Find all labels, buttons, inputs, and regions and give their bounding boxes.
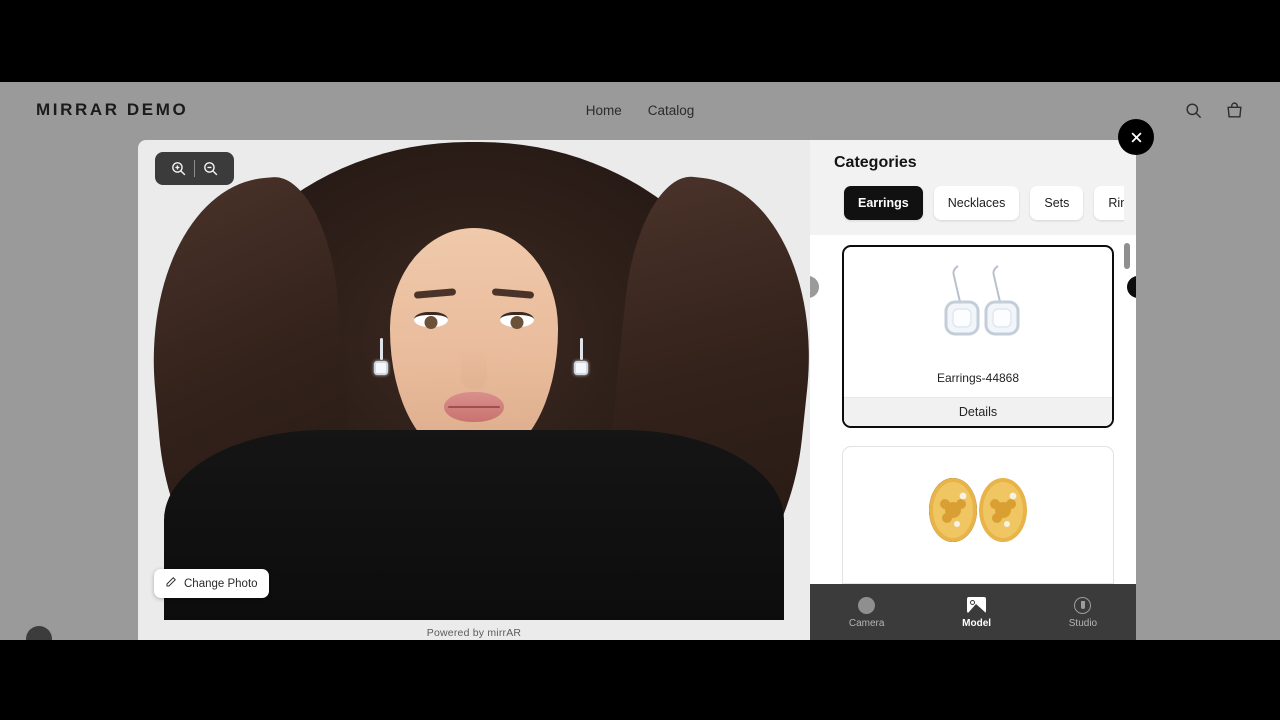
nav-link-home[interactable]: Home bbox=[586, 103, 622, 118]
nav-link-catalog[interactable]: Catalog bbox=[648, 103, 695, 118]
zoom-in-button[interactable] bbox=[163, 158, 194, 179]
close-icon bbox=[1131, 132, 1141, 142]
categories-panel: Categories Earrings Necklaces Sets Rings bbox=[810, 140, 1136, 640]
model-brow-left bbox=[413, 288, 457, 299]
zoom-out-button[interactable] bbox=[195, 158, 226, 179]
pencil-icon bbox=[165, 576, 177, 591]
model-nose bbox=[461, 346, 487, 390]
powered-by-label: Powered by mirrAR bbox=[426, 627, 522, 639]
ar-earring-right bbox=[574, 338, 588, 375]
ar-earring-left bbox=[374, 338, 388, 375]
studio-droplet-icon bbox=[1073, 595, 1093, 615]
site-header: MIRRAR DEMO Home Catalog bbox=[0, 82, 1280, 138]
shopping-bag-icon[interactable] bbox=[1225, 101, 1244, 120]
bottom-nav-model[interactable]: Model bbox=[962, 595, 991, 629]
tab-sets[interactable]: Sets bbox=[1030, 186, 1084, 220]
product-name: Earrings-44868 bbox=[936, 371, 1020, 385]
bottom-nav-model-label: Model bbox=[962, 618, 992, 629]
product-name bbox=[843, 563, 1113, 583]
product-list[interactable]: Earrings-44868 Details bbox=[810, 235, 1136, 584]
gold-oval-floral-earrings-icon bbox=[929, 478, 1027, 542]
bottom-nav-studio[interactable]: Studio bbox=[1069, 595, 1097, 629]
brand-title: MIRRAR DEMO bbox=[36, 100, 189, 119]
screen: MIRRAR DEMO Home Catalog Change Photo Po… bbox=[0, 0, 1280, 720]
details-button[interactable]: Details bbox=[843, 583, 1113, 584]
tab-necklaces[interactable]: Necklaces bbox=[933, 186, 1020, 220]
main-nav: Home Catalog bbox=[0, 103, 1280, 118]
model-photo bbox=[138, 140, 810, 620]
product-thumbnail bbox=[844, 247, 1112, 363]
store-page: MIRRAR DEMO Home Catalog Change Photo Po… bbox=[0, 82, 1280, 640]
model-eye-left bbox=[414, 312, 448, 327]
image-icon bbox=[967, 595, 987, 615]
camera-circle-icon bbox=[857, 595, 877, 615]
product-thumbnail bbox=[843, 447, 1113, 563]
bottom-nav-camera[interactable]: Camera bbox=[848, 595, 885, 629]
ar-viewer: Change Photo Powered by mirrAR bbox=[138, 140, 810, 640]
zoom-controls bbox=[155, 152, 234, 185]
model-eye-right bbox=[500, 312, 534, 327]
change-photo-button[interactable]: Change Photo bbox=[154, 569, 269, 598]
close-button[interactable] bbox=[1118, 119, 1154, 155]
silver-drop-earrings-icon bbox=[944, 265, 1020, 336]
product-card[interactable]: Earrings-44868 Details bbox=[842, 245, 1114, 428]
tab-rings[interactable]: Rings bbox=[1094, 186, 1124, 220]
search-icon[interactable] bbox=[1184, 101, 1203, 120]
details-button[interactable]: Details bbox=[844, 397, 1112, 426]
scrollbar-thumb[interactable] bbox=[1124, 243, 1130, 269]
product-card[interactable]: Details bbox=[842, 446, 1114, 584]
model-face bbox=[390, 228, 558, 460]
model-lips bbox=[444, 392, 504, 422]
bottom-nav-camera-label: Camera bbox=[848, 618, 885, 629]
bottom-nav-studio-label: Studio bbox=[1068, 618, 1098, 629]
tab-earrings[interactable]: Earrings bbox=[844, 186, 923, 220]
bottom-nav: Camera Model Studio bbox=[810, 584, 1136, 640]
model-brow-right bbox=[491, 288, 535, 299]
change-photo-label: Change Photo bbox=[184, 577, 258, 590]
panel-header: Categories Earrings Necklaces Sets Rings bbox=[810, 140, 1136, 235]
category-tabs: Earrings Necklaces Sets Rings bbox=[822, 186, 1124, 223]
page-title: Categories bbox=[834, 154, 917, 171]
header-icons bbox=[1184, 101, 1244, 120]
